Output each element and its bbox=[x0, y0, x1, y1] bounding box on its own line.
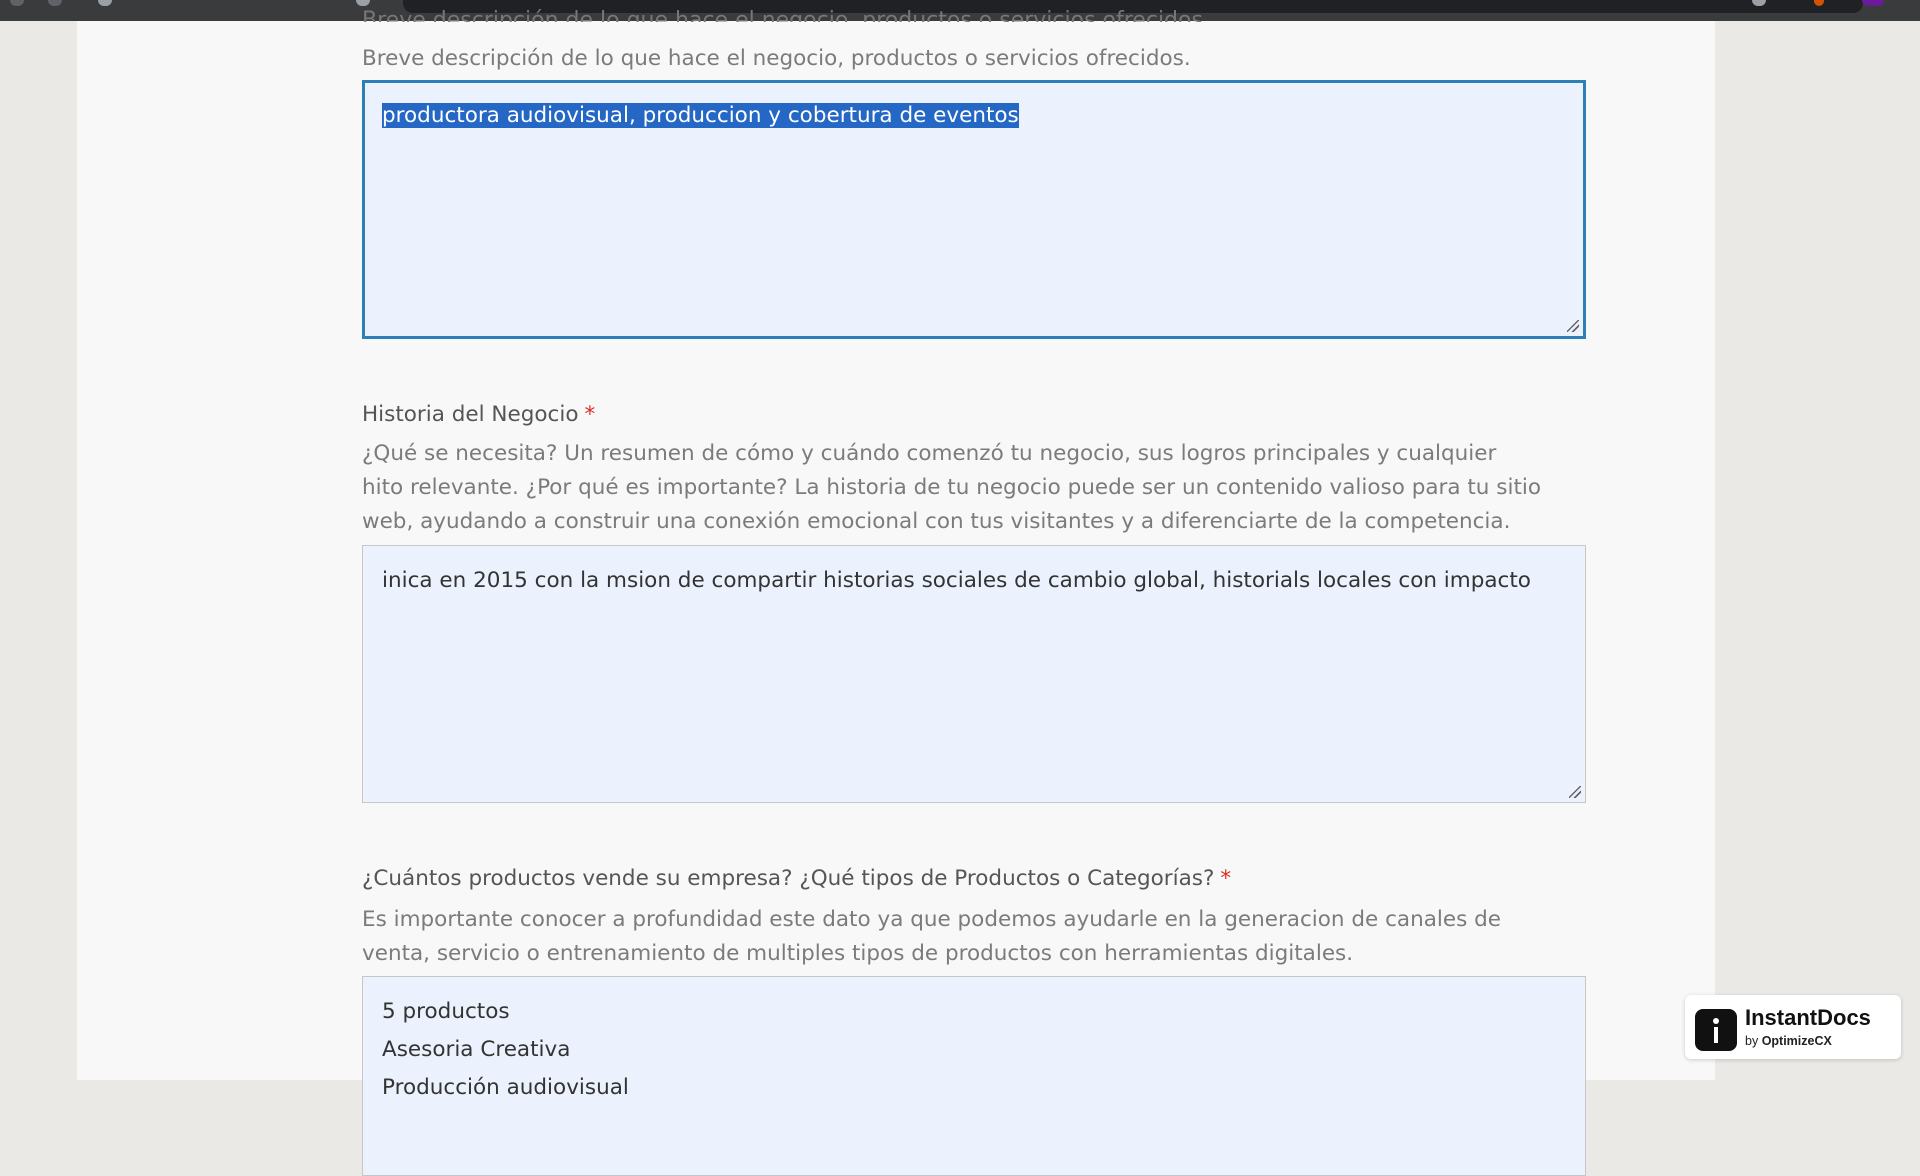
byline-prefix: by bbox=[1745, 1034, 1759, 1048]
form-page: Breve descripción de lo que hace el nego… bbox=[77, 8, 1715, 1176]
history-label-text: Historia del Negocio bbox=[362, 402, 579, 427]
description-textarea[interactable]: productora audiovisual, produccion y cob… bbox=[362, 80, 1586, 339]
description-label: Breve descripción de lo que hace el nego… bbox=[362, 8, 1210, 22]
required-marker: * bbox=[1220, 866, 1232, 891]
products-label: ¿Cuántos productos vende su empresa? ¿Qu… bbox=[362, 864, 1231, 894]
description-help-text: Breve descripción de lo que hace el nego… bbox=[362, 46, 1191, 71]
history-value: inica en 2015 con la msion de compartir … bbox=[382, 568, 1531, 593]
products-help-text: Es importante conocer a profundidad este… bbox=[362, 907, 1502, 966]
resize-handle-icon[interactable] bbox=[1567, 320, 1579, 332]
products-line: Producción audiovisual bbox=[382, 1075, 629, 1100]
selected-text: productora audiovisual, produccion y cob… bbox=[382, 103, 1019, 128]
badge-byline: by OptimizeCX bbox=[1745, 1034, 1832, 1048]
back-arrow-icon[interactable] bbox=[10, 0, 24, 6]
profile-icon[interactable] bbox=[1862, 0, 1884, 6]
history-label: Historia del Negocio * bbox=[362, 400, 595, 430]
history-textarea[interactable]: inica en 2015 con la msion de compartir … bbox=[362, 545, 1586, 803]
products-line: 5 productos bbox=[382, 999, 510, 1024]
instantdocs-badge[interactable]: InstantDocs by OptimizeCX bbox=[1685, 995, 1901, 1059]
resize-handle-icon[interactable] bbox=[1569, 786, 1581, 798]
products-line: Asesoria Creativa bbox=[382, 1037, 571, 1062]
products-textarea[interactable]: 5 productos Asesoria Creativa Producción… bbox=[362, 976, 1586, 1176]
instantdocs-logo-icon bbox=[1695, 1009, 1737, 1051]
required-marker: * bbox=[584, 402, 596, 427]
badge-name: InstantDocs bbox=[1745, 1005, 1871, 1030]
history-help-text: ¿Qué se necesita? Un resumen de cómo y c… bbox=[362, 441, 1542, 534]
products-label-text: ¿Cuántos productos vende su empresa? ¿Qu… bbox=[362, 866, 1215, 891]
forward-arrow-icon[interactable] bbox=[48, 0, 62, 6]
byline-brand: OptimizeCX bbox=[1761, 1034, 1832, 1048]
reload-icon[interactable] bbox=[98, 0, 112, 6]
